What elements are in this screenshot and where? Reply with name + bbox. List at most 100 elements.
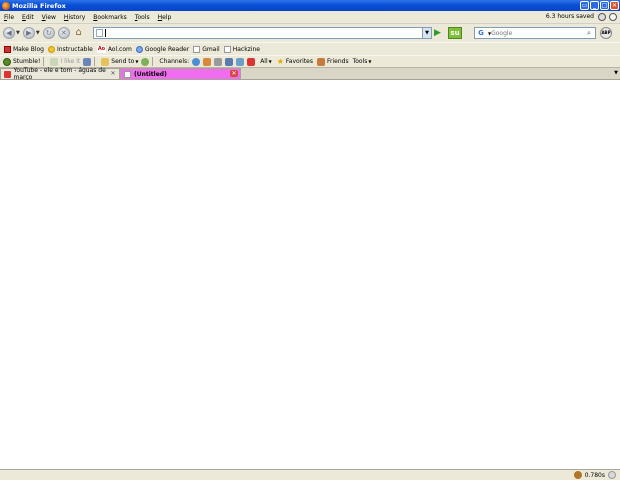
page-icon <box>223 45 231 53</box>
divider <box>152 57 154 66</box>
tab-title: YouTube - ele e tom - águas de março <box>13 67 106 81</box>
navigation-toolbar: ◀ ▼ ▶ ▼ ↻ ✕ ⌂ ▼ ▶ su G ▼ ⌕ ABP <box>0 24 620 42</box>
star-icon: ★ <box>276 57 284 66</box>
youtube-icon[interactable] <box>247 57 256 66</box>
menu-file[interactable]: File <box>0 14 18 21</box>
menu-edit[interactable]: Edit <box>18 14 38 21</box>
adblock-status-icon[interactable] <box>608 471 616 479</box>
close-tab-icon[interactable]: ✕ <box>109 70 117 77</box>
back-history-chevron-down-icon[interactable]: ▼ <box>16 30 20 36</box>
tab-youtube[interactable]: YouTube - ele e tom - águas de março ✕ <box>0 67 120 81</box>
close-button[interactable]: ✕ <box>610 1 619 10</box>
people-icon[interactable] <box>203 57 212 66</box>
all-label: All <box>260 58 268 65</box>
home-button[interactable]: ⌂ <box>73 27 85 39</box>
hours-saved-text: 6.3 hours saved <box>545 13 594 20</box>
tag-icon[interactable] <box>214 57 223 66</box>
close-tab-icon[interactable]: ✕ <box>230 70 238 77</box>
tools-chevron-down-icon: ▼ <box>368 59 372 64</box>
tab-bar: YouTube - ele e tom - águas de março ✕ (… <box>0 67 620 81</box>
google-engine-icon[interactable]: G <box>475 28 487 38</box>
friends-icon <box>317 57 325 66</box>
adblock-plus-button[interactable]: ABP <box>600 27 612 39</box>
bookmark-label: Gmail <box>202 45 220 53</box>
tab-list-chevron-down-icon[interactable]: ▼ <box>614 70 618 76</box>
bookmark-label: Hackzine <box>232 45 260 53</box>
bookmark-make-blog[interactable]: Make Blog <box>4 45 44 53</box>
url-bar[interactable]: ▼ <box>93 27 432 39</box>
reload-button[interactable]: ↻ <box>42 27 55 39</box>
page-icon <box>96 29 103 37</box>
bookmark-label: Instructable <box>56 45 93 53</box>
menu-bookmarks[interactable]: Bookmarks <box>89 14 131 21</box>
status-right: 0.780s <box>573 471 616 479</box>
menu-help[interactable]: Help <box>154 14 176 21</box>
status-bar: 0.780s <box>0 469 620 480</box>
thumbs-up-icon <box>50 57 59 66</box>
text-caret <box>105 29 106 37</box>
menu-tools[interactable]: Tools <box>131 14 154 21</box>
aol-icon: Ao <box>96 45 106 53</box>
clock-icon[interactable] <box>598 13 606 21</box>
restore-sidebar-icon[interactable]: ▭ <box>580 1 589 10</box>
send-to-chevron-down-icon: ▼ <box>135 59 139 64</box>
send-to-label: Send to <box>111 58 135 65</box>
menu-view[interactable]: View <box>38 14 60 21</box>
url-history-chevron-down-icon[interactable]: ▼ <box>422 28 431 38</box>
share-icon[interactable] <box>141 57 150 66</box>
go-button[interactable]: ▶ <box>434 28 444 38</box>
forward-button[interactable]: ▶ <box>22 27 35 39</box>
all-chevron-down-icon: ▼ <box>268 59 272 64</box>
stop-button[interactable]: ✕ <box>57 27 70 39</box>
page-content[interactable] <box>0 80 620 469</box>
divider <box>43 57 45 66</box>
tools-label: Tools <box>352 58 368 65</box>
back-button[interactable]: ◀ <box>3 27 15 39</box>
gear-icon[interactable] <box>609 13 617 21</box>
forward-history-chevron-down-icon[interactable]: ▼ <box>36 30 40 36</box>
globe-icon[interactable] <box>192 57 201 66</box>
bookmark-label: Make Blog <box>13 45 44 53</box>
bookmark-google-reader[interactable]: Google Reader <box>135 45 190 53</box>
all-dropdown[interactable]: All ▼ <box>260 58 272 65</box>
menu-history[interactable]: History <box>60 14 89 21</box>
thumbs-down-icon[interactable] <box>83 57 92 66</box>
tools-dropdown[interactable]: Tools ▼ <box>353 58 372 65</box>
page-icon <box>124 70 131 78</box>
i-like-it-label: I like it <box>60 58 81 65</box>
pencil-icon <box>101 57 110 66</box>
title-bar: Mozilla Firefox ▭ _ □ ✕ <box>0 0 620 11</box>
stumble-button[interactable]: Stumble! <box>3 57 41 66</box>
minimize-button[interactable]: _ <box>590 1 599 10</box>
bookmarks-toolbar: Make Blog Instructable Ao Aol.com Google… <box>0 42 620 55</box>
video-icon[interactable] <box>236 57 245 66</box>
page-load-time: 0.780s <box>584 471 605 479</box>
window-title: Mozilla Firefox <box>12 1 66 10</box>
tab-untitled[interactable]: (Untitled) ✕ <box>120 68 241 79</box>
firebug-icon[interactable] <box>573 471 582 479</box>
friends-button[interactable]: Friends <box>317 57 349 66</box>
stumble-label: Stumble! <box>13 58 41 65</box>
bookmark-label: Google Reader <box>144 45 190 53</box>
menubar-icons <box>598 13 617 21</box>
maximize-button[interactable]: □ <box>600 1 609 10</box>
send-to-button[interactable]: Send to ▼ <box>101 57 150 66</box>
search-input[interactable] <box>491 29 582 37</box>
channels-group: Channels: <box>159 57 256 66</box>
photo-icon[interactable] <box>225 57 234 66</box>
youtube-icon <box>4 70 11 78</box>
bookmark-aol[interactable]: Ao Aol.com <box>96 45 132 53</box>
menu-bar: File Edit View History Bookmarks Tools H… <box>0 11 620 24</box>
search-box[interactable]: G ▼ ⌕ <box>474 27 596 39</box>
favorites-label: Favorites <box>285 58 313 65</box>
google-reader-icon <box>135 45 143 53</box>
bookmark-gmail[interactable]: Gmail <box>193 45 220 53</box>
search-magnifier-icon[interactable]: ⌕ <box>584 28 594 38</box>
bookmark-hackzine[interactable]: Hackzine <box>223 45 260 53</box>
divider <box>94 57 96 66</box>
page-icon <box>193 45 201 53</box>
bookmark-instructable[interactable]: Instructable <box>47 45 93 53</box>
i-like-it-button[interactable]: I like it <box>50 57 92 66</box>
stumbleupon-su-icon[interactable]: su <box>448 27 462 39</box>
favorites-button[interactable]: ★ Favorites <box>277 57 313 66</box>
